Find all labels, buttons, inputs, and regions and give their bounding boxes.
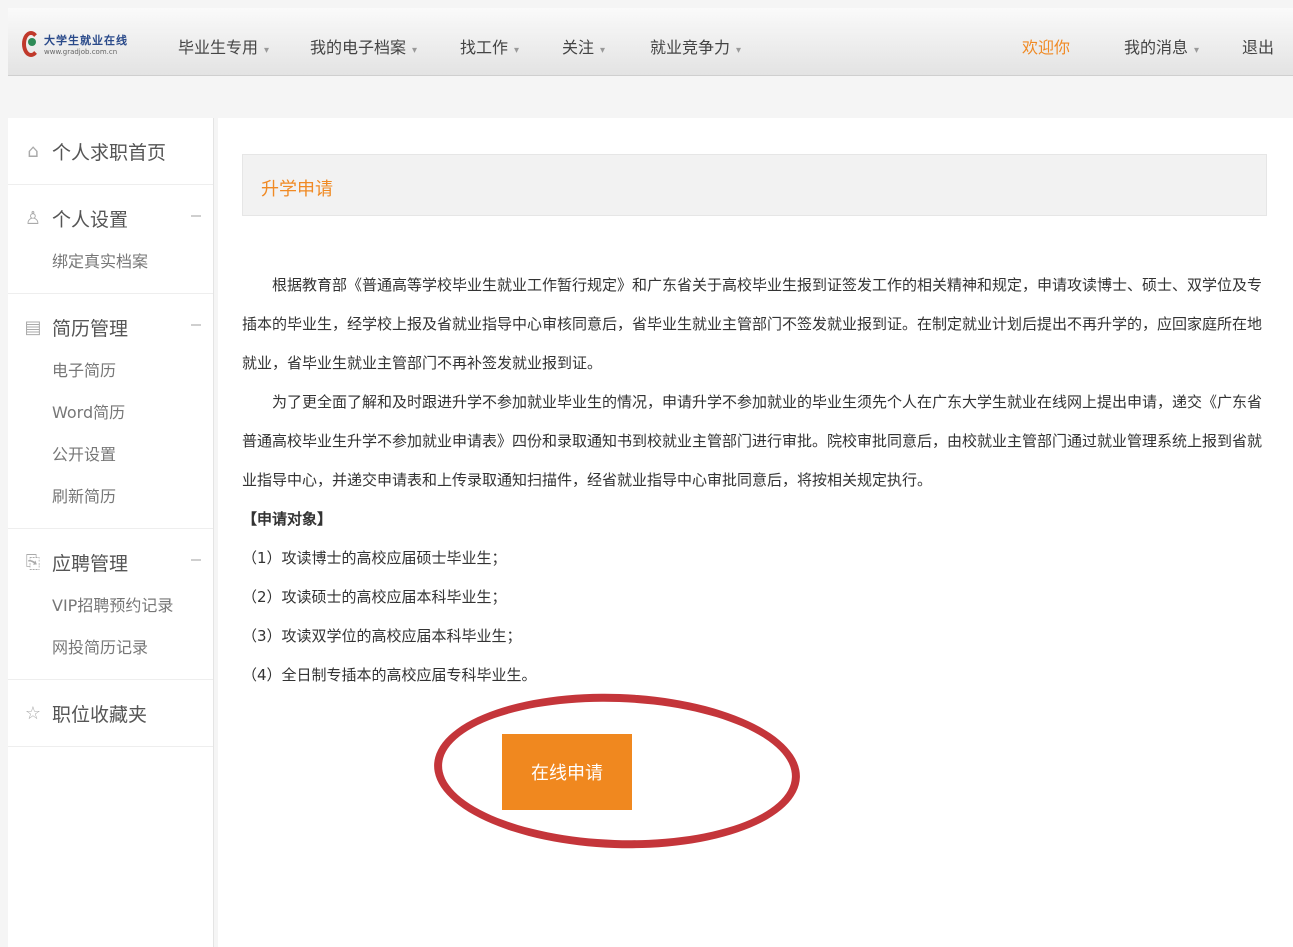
chevron-down-icon: ▾ [514,45,520,56]
target-heading: 【申请对象】 [242,510,333,528]
target-item: （1）攻读博士的高校应届硕士毕业生； [242,549,507,567]
sidebar-item-word-resume[interactable]: Word简历 [8,392,213,434]
chevron-down-icon: ▾ [600,45,606,56]
nav-label: 找工作 [460,38,509,57]
top-navigation-bar: 大学生就业在线 www.gradjob.com.cn 毕业生专用 ▾ 我的电子档案… [8,8,1293,76]
section-title-bar: 升学申请 [242,154,1267,216]
sidebar-item-refresh-resume[interactable]: 刷新简历 [8,476,213,518]
nav-find-job[interactable]: 找工作 ▾ [460,34,519,58]
chevron-down-icon: ▾ [1194,45,1200,56]
sidebar-item-label: 简历管理 [52,317,129,340]
nav-follow[interactable]: 关注 ▾ [562,34,605,58]
welcome-user[interactable]: 欢迎你 [1022,34,1070,58]
collapse-icon[interactable] [191,215,201,217]
page-title: 升学申请 [261,179,333,200]
nav-label: 关注 [562,38,595,57]
nav-my-e-archive[interactable]: 我的电子档案 ▾ [310,34,417,58]
nav-graduate-only[interactable]: 毕业生专用 ▾ [178,34,269,58]
sidebar-item-bind-archive[interactable]: 绑定真实档案 [8,241,213,283]
chevron-down-icon: ▾ [736,45,742,56]
sidebar-item-label: 职位收藏夹 [52,703,148,726]
nav-label: 毕业生专用 [178,38,259,57]
nav-my-messages[interactable]: 我的消息 ▾ [1124,34,1199,58]
collapse-icon[interactable] [191,324,201,326]
chevron-down-icon: ▾ [264,45,270,56]
paragraph: 为了更全面了解和及时跟进升学不参加就业毕业生的情况，申请升学不参加就业的毕业生须… [242,393,1263,489]
user-icon: ♙ [24,207,42,229]
nav-competitiveness[interactable]: 就业竞争力 ▾ [650,34,741,58]
target-item: （2）攻读硕士的高校应届本科毕业生； [242,588,507,606]
logo-url: www.gradjob.com.cn [44,48,118,56]
sidebar-item-label: 个人求职首页 [52,141,167,164]
paragraph: 根据教育部《普通高等学校毕业生就业工作暂行规定》和广东省关于高校毕业生报到证签发… [242,276,1263,372]
document-icon: ▤ [24,316,42,338]
sidebar-item-e-resume[interactable]: 电子简历 [8,350,213,392]
sidebar-item-submitted-resumes[interactable]: 网投简历记录 [8,627,213,669]
main-content: 升学申请 根据教育部《普通高等学校毕业生就业工作暂行规定》和广东省关于高校毕业生… [218,118,1293,947]
apply-online-button[interactable]: 在线申请 [502,734,632,810]
sidebar: ⌂ 个人求职首页 ♙ 个人设置 绑定真实档案 ▤ 简历管理 电子简历 Word简… [8,118,214,947]
home-icon: ⌂ [27,140,39,162]
logo-title: 大学生就业在线 [44,34,128,47]
sidebar-item-home[interactable]: ⌂ 个人求职首页 [8,128,213,174]
file-arrow-icon: ⎘ [25,551,41,573]
sidebar-group-personal-settings[interactable]: ♙ 个人设置 [8,195,213,241]
collapse-icon[interactable] [191,559,201,561]
sidebar-item-vip-records[interactable]: VIP招聘预约记录 [8,585,213,627]
nav-label: 我的消息 [1124,38,1189,57]
sidebar-item-public-settings[interactable]: 公开设置 [8,434,213,476]
sidebar-item-favorites[interactable]: ☆ 职位收藏夹 [8,690,213,736]
site-logo[interactable]: 大学生就业在线 www.gradjob.com.cn [22,26,128,62]
article-body: 根据教育部《普通高等学校毕业生就业工作暂行规定》和广东省关于高校毕业生报到证签发… [242,266,1262,695]
sidebar-item-label: 个人设置 [52,208,129,231]
logo-mark-icon [22,29,40,59]
sidebar-group-application-management[interactable]: ⎘ 应聘管理 [8,539,213,585]
sidebar-group-resume-management[interactable]: ▤ 简历管理 [8,304,213,350]
sidebar-item-label: 应聘管理 [52,552,129,575]
nav-label: 就业竞争力 [650,38,731,57]
logout-link[interactable]: 退出 [1242,34,1274,58]
target-item: （3）攻读双学位的高校应届本科毕业生； [242,627,522,645]
target-item: （4）全日制专插本的高校应届专科毕业生。 [242,666,537,684]
chevron-down-icon: ▾ [412,45,418,56]
star-icon: ☆ [24,702,42,724]
nav-label: 我的电子档案 [310,38,407,57]
